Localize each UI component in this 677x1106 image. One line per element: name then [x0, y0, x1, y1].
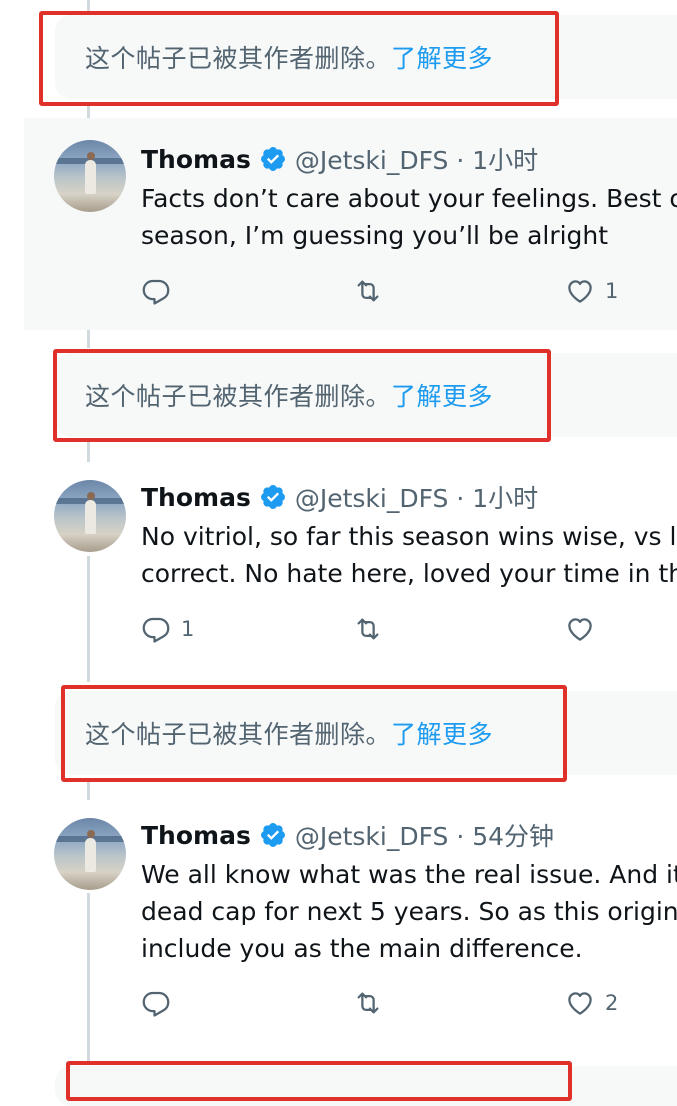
like-button[interactable]: 2 [565, 988, 618, 1018]
verified-badge-icon [260, 147, 285, 171]
handle-and-time[interactable]: @Jetski_DFS · 1小时 [295, 141, 538, 177]
author-name[interactable]: Thomas [141, 483, 251, 512]
handle-and-time[interactable]: @Jetski_DFS · 1小时 [295, 479, 538, 515]
highlight-box [66, 1061, 572, 1101]
handle-and-time[interactable]: @Jetski_DFS · 54分钟 [295, 817, 554, 853]
tweet-header: Thomas @Jetski_DFS · 1小时 [141, 140, 538, 178]
tweet[interactable]: Thomas @Jetski_DFS · 1小时 Facts don’t car… [24, 118, 677, 330]
tweet-text: No vitriol, so far this season wins wise… [141, 522, 677, 588]
tweet-actions: 1 [141, 276, 677, 310]
like-icon [568, 280, 592, 303]
reply-count: 1 [181, 617, 195, 641]
tweet-header: Thomas @Jetski_DFS · 54分钟 [141, 816, 554, 854]
retweet-button[interactable] [353, 988, 383, 1018]
avatar[interactable] [54, 140, 126, 212]
highlight-box [61, 685, 567, 782]
retweet-icon [357, 992, 379, 1014]
highlight-box [39, 11, 559, 106]
tweet-header: Thomas @Jetski_DFS · 1小时 [141, 478, 538, 516]
author-name[interactable]: Thomas [141, 821, 251, 850]
like-button[interactable] [565, 614, 605, 644]
reply-icon [142, 617, 170, 643]
avatar[interactable] [54, 818, 126, 890]
highlight-box [53, 349, 551, 442]
reply-button[interactable] [141, 988, 181, 1018]
like-icon [568, 992, 592, 1015]
like-icon [568, 618, 592, 641]
retweet-button[interactable] [353, 276, 383, 306]
like-count: 1 [605, 279, 619, 303]
reply-icon [142, 279, 170, 305]
tweet[interactable]: Thomas @Jetski_DFS · 1小时 No vitriol, so … [24, 458, 677, 670]
retweet-icon [357, 280, 379, 302]
tweet-text: We all know what was the real issue. And… [141, 860, 677, 963]
reply-button[interactable]: 1 [141, 614, 194, 644]
verified-badge-icon [260, 485, 285, 509]
author-name[interactable]: Thomas [141, 145, 251, 174]
tweet-actions: 1 [141, 614, 677, 648]
retweet-button[interactable] [353, 614, 383, 644]
like-count: 2 [605, 991, 619, 1015]
like-button[interactable]: 1 [565, 276, 618, 306]
reply-icon [142, 991, 170, 1017]
avatar[interactable] [54, 480, 126, 552]
tweet-text: Facts don’t care about your feelings. Be… [141, 184, 677, 250]
tweet-actions: 2 [141, 988, 677, 1022]
reply-button[interactable] [141, 276, 181, 306]
retweet-icon [357, 618, 379, 640]
verified-badge-icon [260, 823, 285, 847]
tweet[interactable]: Thomas @Jetski_DFS · 54分钟 We all know wh… [24, 796, 677, 1046]
